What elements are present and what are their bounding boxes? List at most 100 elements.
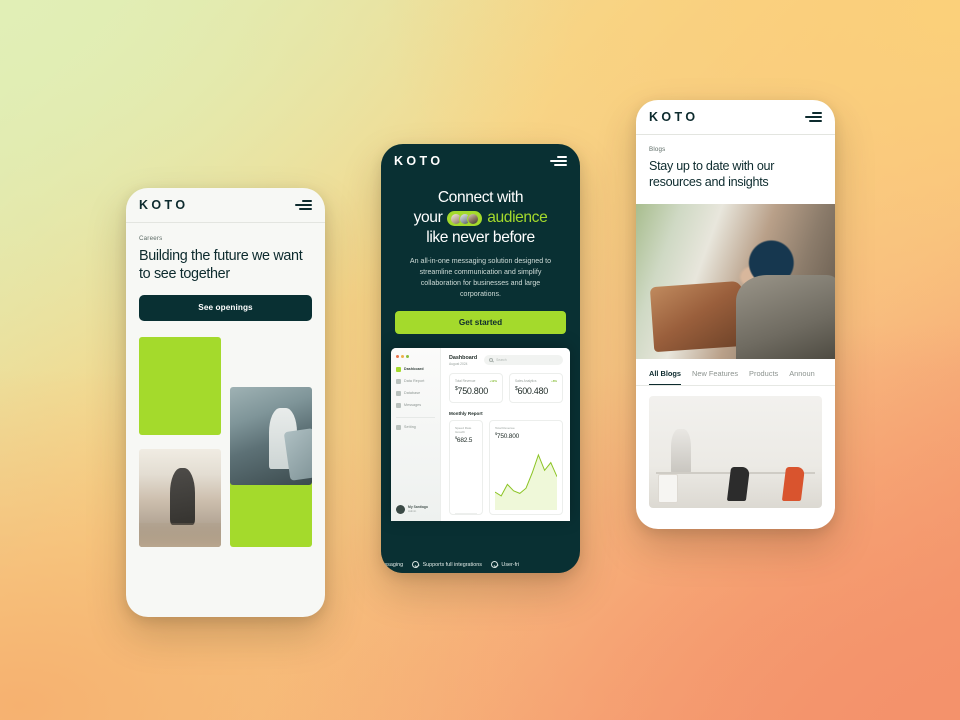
tab-products[interactable]: Products [749,369,778,385]
dashboard-main: Dashboard August 2024 Search Total Reven… [441,347,570,521]
sidebar-item-dashboard[interactable]: Dashboard [396,366,435,372]
marquee-label: messaging [381,561,404,568]
phone-mockup-careers: KOTO Careers Building the future we want… [126,188,325,617]
stat-number: 600.480 [517,385,548,396]
dashboard-header: Dashboard August 2024 Search [449,354,563,366]
sidebar-item-database[interactable]: Database [396,390,435,396]
chart-number: 682.5 [456,436,473,444]
product-hero: Connect with your audience like never be… [381,178,580,334]
chart-label: Speed Rate Growth [455,425,472,434]
photo-woman-with-phone [230,386,312,485]
sidebar-item-label: Dashboard [404,367,424,372]
marquee-item: messaging [381,562,403,568]
office-chair-orange [781,467,806,501]
divider [396,416,435,418]
careers-eyebrow: Careers [139,235,163,242]
tab-new-features[interactable]: New Features [692,369,738,385]
green-block-1 [139,336,221,435]
window-dots [396,354,435,358]
blogs-topbar: KOTO [636,100,835,134]
charts-row: Speed Rate Growth $682.5 Total Revenue $… [449,419,563,515]
phone-mockup-product: KOTO Connect with your audience like nev… [381,144,580,573]
blogs-eyebrow: Blogs [649,146,666,153]
careers-hero: Careers Building the future we want to s… [126,223,325,321]
dashboard-subtitle: August 2024 [449,361,468,366]
brand-logo[interactable]: KOTO [394,154,443,168]
line-chart-plot [495,446,557,510]
audience-avatars-pill [447,211,483,227]
blog-card-photo[interactable] [649,395,822,508]
stat-card-sales-analytics: Sales Analytics +8% $600.480 [509,372,563,403]
messages-icon [396,402,401,408]
line-chart-svg [495,453,557,510]
report-icon [396,378,401,384]
check-circle-icon [412,561,420,568]
tab-all-blogs[interactable]: All Blogs [649,369,682,385]
grid-icon [396,366,401,372]
sidebar-item-label: Messages [404,403,422,408]
marquee-item: Supports full integrations [412,561,482,568]
database-icon [396,390,401,396]
get-started-button[interactable]: Get started [395,310,566,334]
sidebar-item-setting[interactable]: Setting [396,424,435,430]
headline-line-1: Connect with [437,189,524,206]
chart-number: 750.800 [496,432,520,440]
section-title-monthly-report: Monthly Report [449,410,483,416]
chart-value: $750.800 [495,432,557,440]
marquee-item: User-fri [490,561,520,568]
blog-category-tabs: All Blogs New Features Products Announ [636,359,835,386]
phone-mockup-blogs: KOTO Blogs Stay up to date with our reso… [636,100,835,529]
office-chair-dark [726,467,750,501]
careers-topbar: KOTO [126,188,325,222]
avatar [467,212,480,225]
gear-icon [396,424,401,430]
chart-label: Total Revenue [495,425,515,430]
headline-line-2: your audience [395,208,566,228]
hamburger-menu-icon[interactable] [550,155,567,167]
product-topbar: KOTO [381,144,580,178]
photo-man-at-desk [139,448,221,547]
dashboard-sidebar: Dashboard Data Report Database Messages … [391,347,441,521]
check-circle-icon [490,561,498,568]
search-input[interactable]: Search [484,354,563,365]
bar-chart-plot [455,450,477,514]
sidebar-item-label: Database [404,391,421,396]
see-openings-button[interactable]: See openings [139,294,312,321]
stat-label: Sales Analytics [515,378,537,383]
sidebar-item-label: Setting [404,425,416,430]
sidebar-user[interactable]: My Santiago Admin [396,504,435,514]
brand-logo[interactable]: KOTO [139,198,188,212]
stat-value: $600.480 [515,386,557,396]
user-role: Admin [408,509,417,514]
brand-logo[interactable]: KOTO [649,110,698,124]
marquee-label: User-fri [501,561,520,568]
search-placeholder: Search [496,357,507,362]
stat-cards: Total Revenue +12% $750.800 Sales Analyt… [449,372,563,403]
blogs-hero-photo [636,203,835,359]
bar-chart-card: Speed Rate Growth $682.5 [449,419,483,515]
hamburger-menu-icon[interactable] [805,111,822,123]
product-paragraph: An all-in-one messaging solution designe… [409,257,552,298]
dashboard-title: Dashboard [449,354,478,361]
marquee-label: Supports full integrations [422,561,482,568]
sidebar-item-data-report[interactable]: Data Report [396,378,435,384]
blogs-headline: Stay up to date with our resources and i… [649,159,775,190]
hamburger-menu-icon[interactable] [295,199,312,211]
blogs-hero: Blogs Stay up to date with our resources… [636,135,835,204]
chart-value: $682.5 [455,436,477,444]
stat-delta: +12% [489,378,497,383]
sidebar-item-label: Data Report [404,379,425,384]
avatar [396,504,405,514]
sidebar-item-messages[interactable]: Messages [396,402,435,408]
search-icon [489,357,494,362]
headline-line-3: like never before [426,228,535,246]
stat-number: 750.800 [457,385,488,396]
product-headline: Connect with your audience like never be… [395,188,566,247]
dashboard-mockup: Dashboard Data Report Database Messages … [391,347,570,521]
stat-delta: +8% [551,378,557,383]
tab-announ[interactable]: Announ [789,369,814,385]
stat-card-total-revenue: Total Revenue +12% $750.800 [449,372,503,403]
headline-audience: audience [487,208,548,226]
cabinet [657,474,679,504]
stat-label: Total Revenue [455,378,476,383]
